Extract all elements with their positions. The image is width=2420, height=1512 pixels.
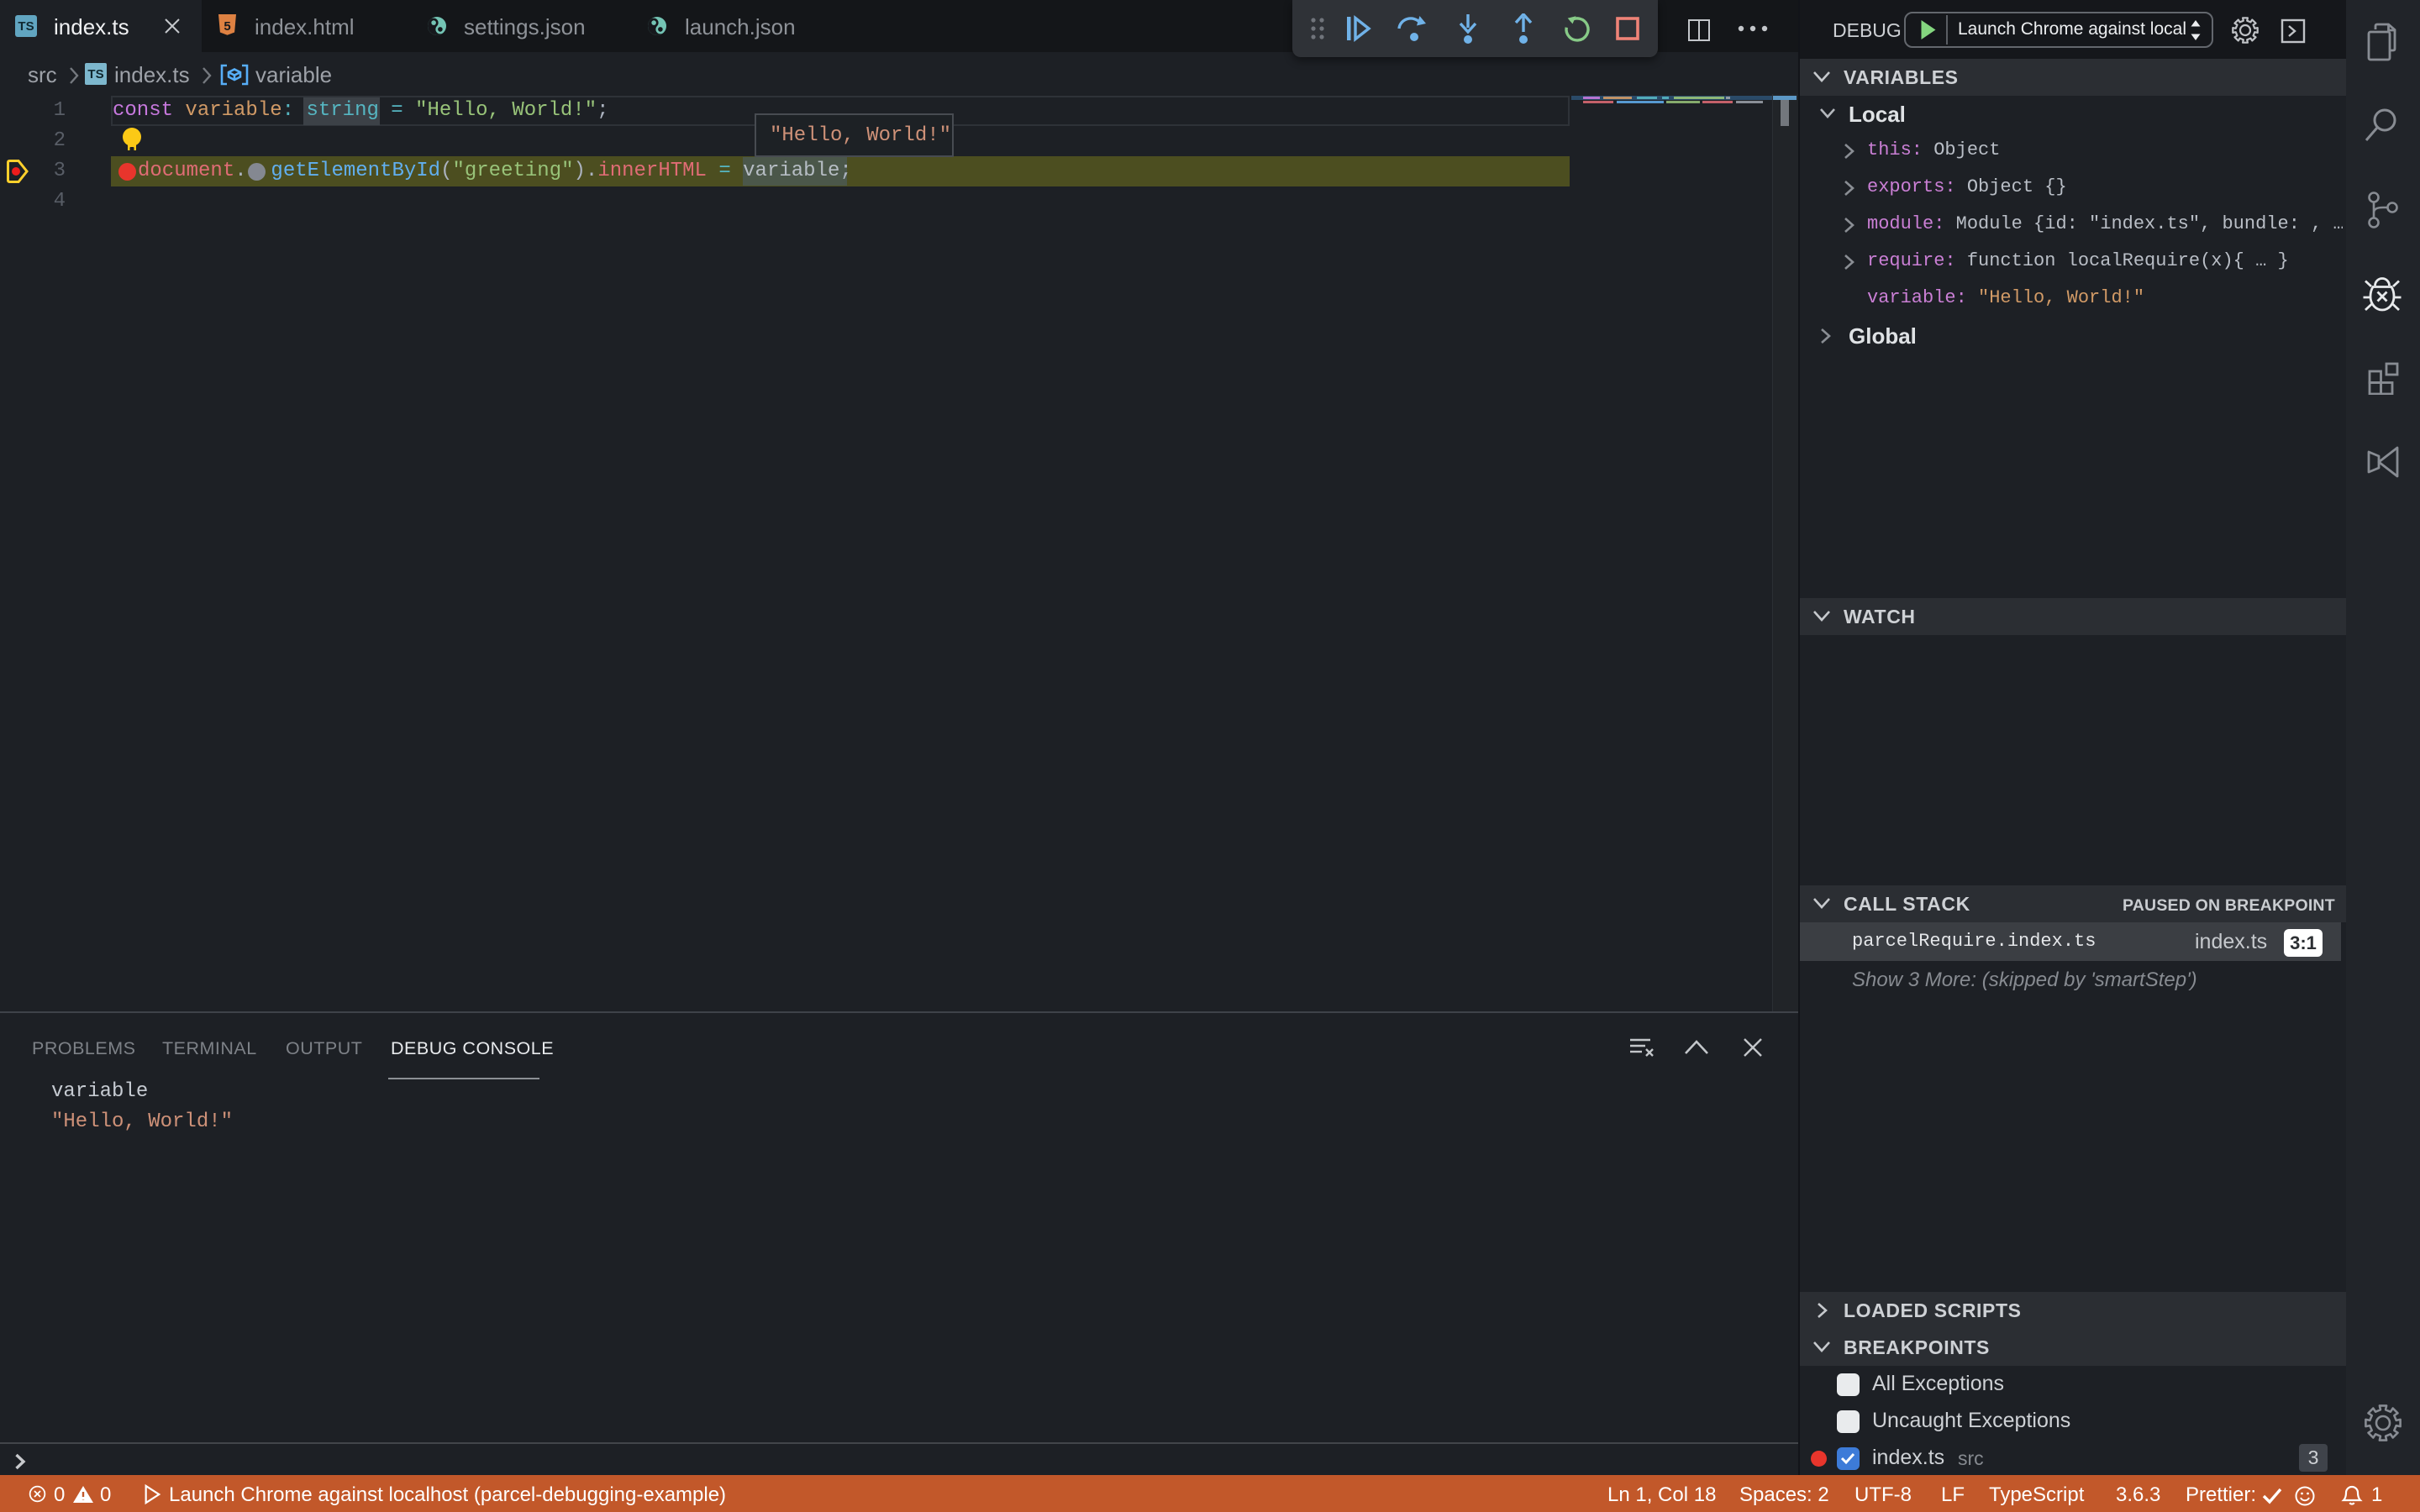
svg-text:5: 5	[224, 19, 230, 34]
